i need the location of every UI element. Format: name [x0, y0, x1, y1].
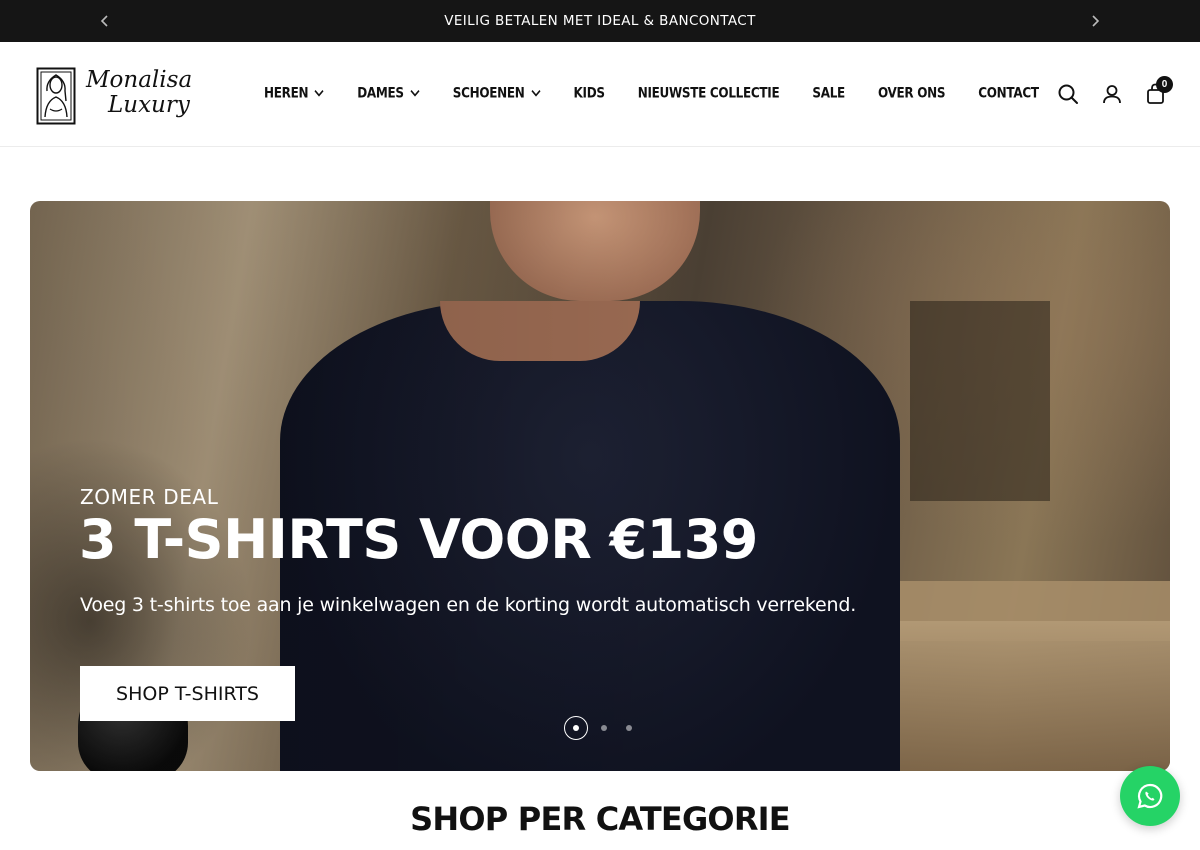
- nav-item-heren[interactable]: HEREN: [264, 84, 324, 102]
- nav-item-label: SCHOENEN: [452, 84, 525, 102]
- nav-item-label: OVER ONS: [877, 84, 946, 102]
- brand-name-line2: Luxury: [108, 92, 190, 118]
- announcement-bar: VEILIG BETALEN MET IDEAL & BANCONTACT: [0, 0, 1200, 42]
- hero-eyebrow: ZOMER DEAL: [80, 485, 219, 509]
- slider-dot-3[interactable]: [626, 725, 632, 731]
- nav-item-contact[interactable]: CONTACT: [978, 84, 1039, 102]
- nav-item-sale[interactable]: SALE: [812, 85, 845, 102]
- chevron-right-icon: [1092, 15, 1100, 27]
- hero-banner: ZOMER DEAL 3 T-SHIRTS VOOR €139 Voeg 3 t…: [30, 201, 1170, 771]
- hero-subtext: Voeg 3 t-shirts toe aan je winkelwagen e…: [80, 594, 857, 616]
- brand-name-line1: Monalisa: [86, 67, 193, 93]
- slider-dot-2[interactable]: [601, 725, 607, 731]
- chevron-down-icon: [531, 90, 541, 97]
- announcement-message: VEILIG BETALEN MET IDEAL & BANCONTACT: [444, 13, 756, 29]
- brand-logo[interactable]: Monalisa Luxury: [36, 66, 192, 126]
- chevron-down-icon: [410, 90, 420, 97]
- mona-lisa-portrait-icon: [36, 67, 76, 125]
- slider-pagination: [564, 716, 651, 740]
- cart-count-badge: 0: [1156, 76, 1173, 93]
- cart-button[interactable]: 0: [1144, 76, 1173, 106]
- nav-item-label: DAMES: [357, 84, 404, 102]
- nav-item-kids[interactable]: KIDS: [574, 85, 605, 102]
- announcement-next-button[interactable]: [1085, 11, 1105, 31]
- nav-item-label: NIEUWSTE COLLECTIE: [637, 84, 780, 102]
- nav-item-nieuwste-collectie[interactable]: NIEUWSTE COLLECTIE: [638, 85, 780, 102]
- nav-item-label: KIDS: [573, 84, 605, 102]
- user-icon: [1103, 85, 1121, 104]
- nav-item-label: CONTACT: [978, 84, 1039, 102]
- search-button[interactable]: [1056, 82, 1080, 106]
- nav-item-label: SALE: [812, 84, 845, 102]
- account-button[interactable]: [1100, 82, 1124, 106]
- nav-item-label: HEREN: [264, 84, 309, 102]
- header-actions: 0: [1036, 76, 1173, 106]
- brand-wordmark: Monalisa Luxury: [86, 68, 192, 118]
- slider-dot-1[interactable]: [564, 716, 588, 740]
- shop-tshirts-button[interactable]: SHOP T-SHIRTS: [80, 666, 295, 721]
- whatsapp-chat-button[interactable]: [1120, 766, 1180, 826]
- nav-item-dames[interactable]: DAMES: [357, 84, 420, 102]
- search-icon: [1058, 84, 1078, 104]
- site-header: Monalisa Luxury HEREN DAMES SCHOENEN KID…: [0, 42, 1200, 147]
- nav-item-over-ons[interactable]: OVER ONS: [877, 84, 946, 102]
- main-navigation: HEREN DAMES SCHOENEN KIDS NIEUWSTE COLLE…: [264, 84, 1072, 102]
- chevron-down-icon: [314, 90, 324, 97]
- hero-headline: 3 T-SHIRTS VOOR €139: [79, 508, 758, 571]
- whatsapp-icon: [1137, 783, 1163, 809]
- section-title: SHOP PER CATEGORIE: [410, 800, 790, 838]
- nav-item-schoenen[interactable]: SCHOENEN: [452, 84, 541, 102]
